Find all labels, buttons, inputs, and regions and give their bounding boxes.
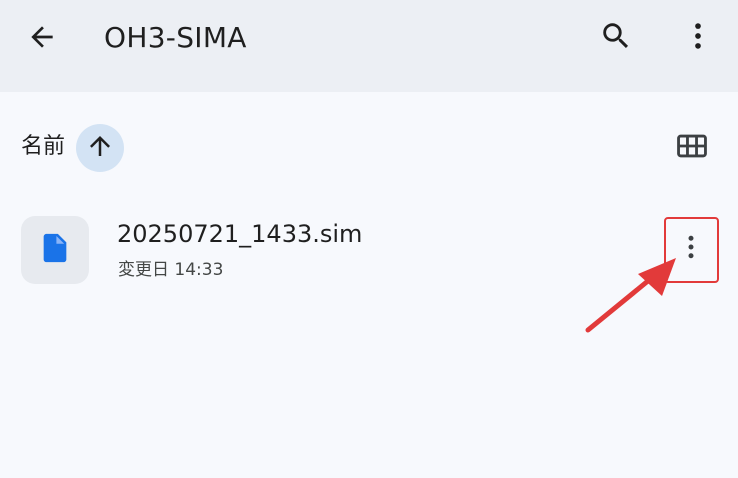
more-vert-icon <box>676 232 706 266</box>
back-button[interactable] <box>18 15 66 63</box>
overflow-menu-button[interactable] <box>676 14 720 62</box>
search-icon <box>599 19 633 57</box>
page-title: OH3-SIMA <box>104 21 247 54</box>
arrow-up-icon <box>85 131 115 165</box>
search-button[interactable] <box>592 14 640 62</box>
file-list-item[interactable]: 20250721_1433.sim 変更日 14:33 <box>0 196 738 304</box>
file-modified-time: 変更日 14:33 <box>118 260 224 280</box>
grid-view-button[interactable] <box>668 124 716 172</box>
file-thumbnail <box>21 216 89 284</box>
top-app-bar: OH3-SIMA <box>0 0 738 92</box>
more-vert-icon <box>681 19 715 57</box>
document-icon <box>38 231 72 269</box>
grid-view-icon <box>675 129 709 167</box>
sort-direction-button[interactable] <box>76 124 124 172</box>
file-name: 20250721_1433.sim <box>117 220 363 248</box>
arrow-back-icon <box>26 21 58 57</box>
sort-label: 名前 <box>21 134 66 159</box>
file-more-options-button[interactable] <box>664 216 718 282</box>
